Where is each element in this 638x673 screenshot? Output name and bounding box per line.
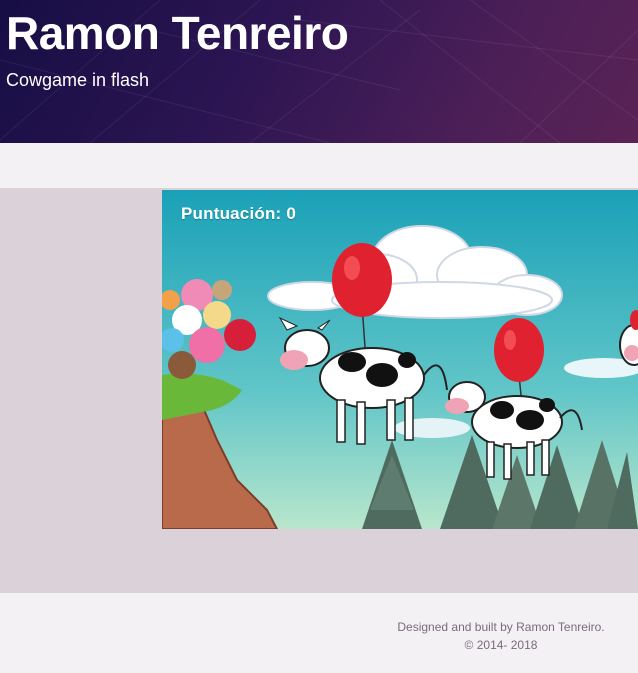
score-label: Puntuación: 0 — [181, 204, 296, 223]
footer-copyright: © 2014- 2018 — [464, 638, 538, 652]
footer-credit: Designed and built by Ramon Tenreiro. — [397, 620, 605, 634]
game-scene — [162, 190, 638, 529]
site-title: Ramon Tenreiro — [6, 7, 349, 59]
site-subtitle: Cowgame in flash — [6, 70, 150, 90]
balloon-icon — [494, 318, 544, 382]
balloon-icon — [332, 243, 392, 317]
flash-game-canvas[interactable]: Puntuación: 0 — [162, 190, 638, 529]
site-header: Ramon Tenreiro Cowgame in flash — [0, 0, 638, 143]
